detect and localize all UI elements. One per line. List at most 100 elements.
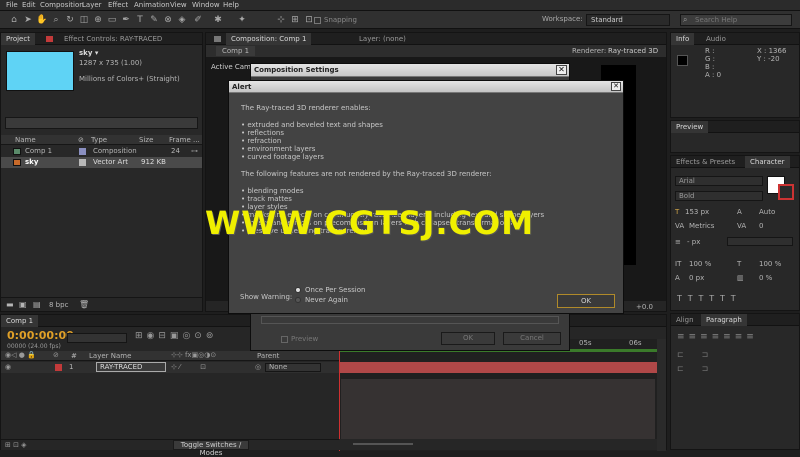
brush-tool-icon[interactable]: ✎ [148,14,160,26]
tsume-value[interactable]: 0 % [759,274,772,282]
tab-timeline-comp[interactable]: Comp 1 [1,315,39,327]
renderer-value[interactable]: Ray-traced 3D [608,47,658,55]
menu-window[interactable]: Window [192,0,220,11]
kerning-value[interactable]: Metrics [689,222,714,230]
rectangle-tool-icon[interactable]: ▭ [106,14,118,26]
col-name[interactable]: Name [15,136,36,144]
table-row[interactable]: ◉ 1 RAY-TRACED ⊹ ⁄ ⊡ ◎ None [1,362,339,373]
never-again-radio[interactable] [295,297,301,303]
text-style-buttons[interactable]: TTTTTT [677,294,795,304]
text-tool-icon[interactable]: T [134,14,146,26]
font-family-select[interactable]: Arial [675,176,763,186]
timeline-track-area[interactable]: 05s 06s [339,339,657,451]
comp-settings-ok-button[interactable]: OK [441,332,495,345]
clone-tool-icon[interactable]: ⊗ [162,14,174,26]
zoom-slider[interactable] [353,443,413,445]
axis-world-icon[interactable]: ⊞ [289,14,301,26]
folder-icon[interactable]: ▬ [6,300,14,309]
font-style-select[interactable]: Bold [675,191,763,201]
layer-name-field[interactable]: RAY-TRACED [96,362,166,372]
item-name[interactable]: sky ▾ [79,49,98,57]
table-row[interactable]: sky Vector Art 912 KB [1,157,202,168]
puppet-tool-icon[interactable]: ✱ [212,14,224,26]
menu-layer[interactable]: Layer [82,0,102,11]
home-icon[interactable]: ⌂ [8,14,20,26]
tab-preview[interactable]: Preview [671,121,709,133]
hand-tool-icon[interactable]: ✋ [36,14,48,26]
stroke-width-value[interactable]: - px [687,238,700,246]
selection-tool-icon[interactable]: ➤ [22,14,34,26]
timeline-search-input[interactable] [67,333,127,343]
close-icon[interactable]: ✕ [611,82,621,91]
tab-composition[interactable]: Composition: Comp 1 [226,33,312,45]
comp-subtab[interactable]: Comp 1 [216,46,256,56]
new-comp-icon[interactable]: ▣ [19,300,27,309]
timeline-footer-icons[interactable]: ⊞ ⊡ ◈ [5,441,27,449]
menu-view[interactable]: View [170,0,187,11]
parent-select[interactable]: None [265,363,321,372]
menu-file[interactable]: File [6,0,18,11]
menu-composition[interactable]: Composition [40,0,84,11]
bpc-label[interactable]: 8 bpc [49,301,68,309]
eraser-tool-icon[interactable]: ◈ [176,14,188,26]
vertical-scale-value[interactable]: 100 % [689,260,711,268]
menu-animation[interactable]: Animation [134,0,170,11]
stroke-style-select[interactable] [727,237,793,246]
once-per-session-radio[interactable] [295,287,301,293]
search-help-input[interactable]: Search Help [680,14,792,26]
label-swatch[interactable] [55,364,62,371]
roto-tool-icon[interactable]: ✐ [192,14,204,26]
menu-effect[interactable]: Effect [108,0,128,11]
col-frame[interactable]: Frame ... [169,136,200,144]
tracking-value[interactable]: 0 [759,222,763,230]
paragraph-indent-fields[interactable]: ⊏ ⊐ ⊏ ⊐ [677,348,795,376]
col-type[interactable]: Type [91,136,107,144]
project-search-input[interactable] [5,117,198,129]
flowchart-icon[interactable]: ⊶ [191,146,198,157]
tab-paragraph[interactable]: Paragraph [701,314,747,326]
layer-switch-icons[interactable]: ⊹ ⁄ ⊡ [171,363,206,371]
font-size-value[interactable]: 153 px [685,208,709,216]
settings-icon[interactable]: ▤ [33,300,41,309]
tab-info[interactable]: Info [671,33,695,45]
toggle-switches-modes-button[interactable]: Toggle Switches / Modes [173,440,249,457]
timeline-scrollbar[interactable] [657,339,666,451]
comp-settings-cancel-button[interactable]: Cancel [503,332,561,345]
timecode-display[interactable]: 0:00:00:00 [7,329,74,342]
zoom-tool-icon[interactable]: ⌕ [50,14,62,26]
tab-effect-controls[interactable]: Effect Controls: RAY-TRACED [59,33,167,45]
pen-tool-icon[interactable]: ✒ [120,14,132,26]
axis-local-icon[interactable]: ⊹ [275,14,287,26]
visibility-icon[interactable]: ◉ [5,363,11,371]
leading-value[interactable]: Auto [759,208,775,216]
exposure-value[interactable]: +0.0 [636,303,653,311]
tab-layer[interactable]: Layer: (none) [354,33,411,45]
tab-effects-presets[interactable]: Effects & Presets [671,156,740,168]
pin-tool-icon[interactable]: ✦ [236,14,248,26]
layer-duration-bar[interactable] [339,362,657,373]
col-parent[interactable]: Parent [257,352,279,360]
paragraph-align-buttons[interactable]: ≡≡≡≡≡≡≡ [677,332,758,342]
alert-ok-button[interactable]: OK [557,294,615,308]
current-time-indicator[interactable] [339,349,340,451]
rotate-tool-icon[interactable]: ↻ [64,14,76,26]
menu-help[interactable]: Help [223,0,239,11]
timeline-switch-icons[interactable]: ⊞◉⊟▣◎⊙⊚ [135,331,217,341]
stroke-color-swatch[interactable] [778,184,794,200]
trash-icon[interactable]: 🗑 [79,300,89,309]
snapping-checkbox[interactable] [314,17,321,24]
horizontal-scale-value[interactable]: 100 % [759,260,781,268]
menu-edit[interactable]: Edit [22,0,36,11]
tab-character[interactable]: Character [745,156,790,168]
tab-audio[interactable]: Audio [701,33,731,45]
preview-checkbox[interactable] [281,336,288,343]
workspace-select[interactable]: Standard [586,14,670,26]
baseline-value[interactable]: 0 px [689,274,704,282]
pan-behind-tool-icon[interactable]: ⊕ [92,14,104,26]
tab-project[interactable]: Project [1,33,35,45]
close-icon[interactable]: ✕ [556,65,567,75]
tab-align[interactable]: Align [671,314,699,326]
table-row[interactable]: Comp 1 Composition 24 ⊶ [1,146,202,157]
col-layer-name[interactable]: Layer Name [89,352,131,360]
col-size[interactable]: Size [139,136,153,144]
